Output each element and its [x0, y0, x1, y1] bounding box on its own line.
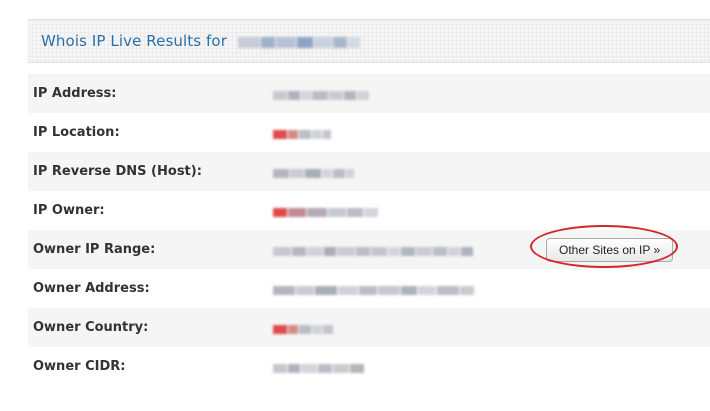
redacted-value: [273, 347, 710, 386]
row-label: Owner Country:: [33, 320, 149, 335]
row-label: IP Owner:: [33, 203, 105, 218]
results-header: Whois IP Live Results for: [28, 19, 710, 63]
table-row: IP Address:: [28, 74, 710, 113]
row-label: Owner CIDR:: [33, 359, 126, 374]
redacted-domain: [237, 33, 361, 51]
row-label: Owner IP Range:: [33, 242, 156, 257]
redacted-value: [273, 191, 710, 230]
row-label: Owner Address:: [33, 281, 150, 296]
row-label: IP Location:: [33, 125, 120, 140]
row-label: IP Reverse DNS (Host):: [33, 164, 202, 179]
table-row: Owner CIDR:: [28, 347, 710, 386]
row-label: IP Address:: [33, 86, 117, 101]
redacted-value: [273, 269, 710, 308]
table-row: Owner Country:: [28, 308, 710, 347]
results-title: Whois IP Live Results for: [41, 32, 227, 50]
table-row: IP Location:: [28, 113, 710, 152]
annotation-circle: [530, 225, 678, 268]
results-title-line: Whois IP Live Results for: [41, 32, 361, 51]
redacted-value: [273, 308, 710, 347]
table-row: IP Reverse DNS (Host):: [28, 152, 710, 191]
table-row: Owner Address:: [28, 269, 710, 308]
redacted-value: [273, 152, 710, 191]
redacted-value: [273, 113, 710, 152]
redacted-value: [273, 74, 710, 113]
